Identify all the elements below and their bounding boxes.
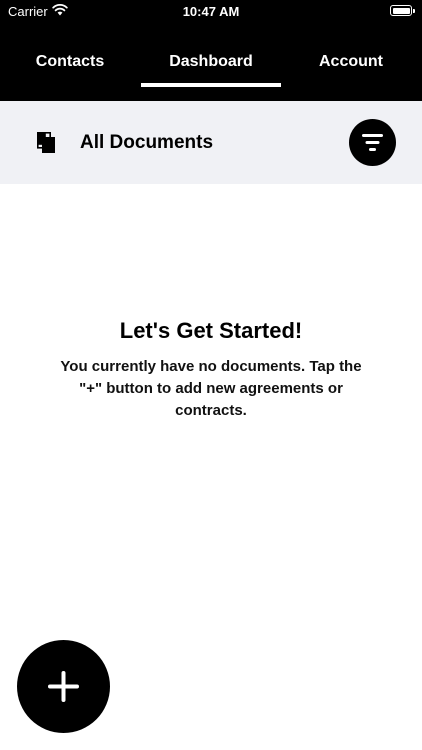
empty-state: Let's Get Started! You currently have no…	[0, 314, 422, 422]
plus-icon	[48, 671, 79, 702]
top-bar: Carrier 10:47 AM Contacts Dashboard Acco…	[0, 0, 422, 101]
documents-title: All Documents	[80, 132, 214, 153]
tab-account[interactable]: Account	[281, 40, 421, 88]
tab-dashboard[interactable]: Dashboard	[141, 40, 281, 88]
add-document-button[interactable]	[17, 640, 110, 733]
active-tab-indicator	[141, 83, 281, 87]
status-bar: Carrier 10:47 AM	[0, 0, 422, 22]
filter-button[interactable]	[349, 119, 396, 166]
documents-icon	[37, 132, 55, 153]
filter-icon	[362, 134, 383, 151]
empty-state-title: Let's Get Started!	[119, 318, 303, 343]
app-screen: Carrier 10:47 AM Contacts Dashboard Acco…	[0, 0, 422, 750]
tab-bar: Contacts Dashboard Account	[0, 40, 422, 88]
empty-state-message: You currently have no documents. Tap the…	[60, 358, 362, 419]
status-time: 10:47 AM	[182, 4, 240, 19]
tab-contacts[interactable]: Contacts	[0, 40, 140, 88]
battery-icon	[390, 5, 415, 16]
